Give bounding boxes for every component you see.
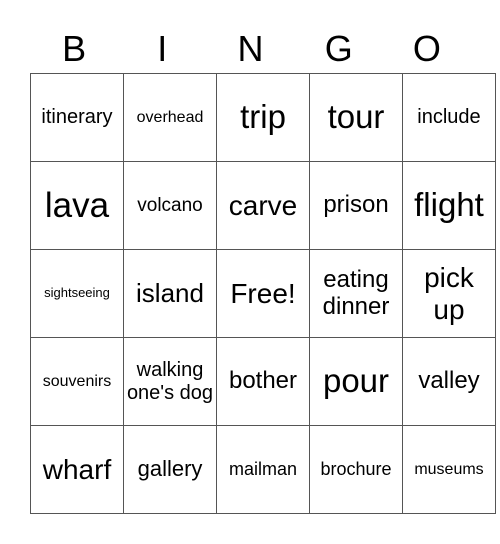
free-space-cell: Free! — [216, 249, 310, 338]
grid-row: itinerary overhead trip tour include — [30, 73, 496, 162]
bingo-cell: island — [123, 249, 217, 338]
bingo-cell: mailman — [216, 425, 310, 514]
bingo-cell: pick up — [402, 249, 496, 338]
bingo-cell: museums — [402, 425, 496, 514]
grid-row: wharf gallery mailman brochure museums — [30, 425, 496, 514]
bingo-cell: tour — [309, 73, 403, 162]
header-letter-g: G — [324, 28, 353, 69]
bingo-cell: lava — [30, 161, 124, 250]
bingo-cell: wharf — [30, 425, 124, 514]
bingo-cell: include — [402, 73, 496, 162]
bingo-cell: volcano — [123, 161, 217, 250]
bingo-cell: itinerary — [30, 73, 124, 162]
header-letter-n: N — [237, 28, 264, 69]
grid-row: souvenirs walking one's dog bother pour … — [30, 337, 496, 426]
header-letter-b: B — [62, 28, 87, 69]
header-letter-o: O — [412, 28, 441, 69]
bingo-cell: gallery — [123, 425, 217, 514]
bingo-cell: brochure — [309, 425, 403, 514]
bingo-cell: flight — [402, 161, 496, 250]
bingo-card-grid: itinerary overhead trip tour include lav… — [30, 73, 496, 514]
bingo-cell: valley — [402, 337, 496, 426]
bingo-cell: overhead — [123, 73, 217, 162]
bingo-cell: walking one's dog — [123, 337, 217, 426]
bingo-cell: sightseeing — [30, 249, 124, 338]
bingo-cell: pour — [309, 337, 403, 426]
bingo-header: B I N G O — [30, 24, 471, 74]
bingo-cell: souvenirs — [30, 337, 124, 426]
bingo-cell: eating dinner — [309, 249, 403, 338]
grid-row: lava volcano carve prison flight — [30, 161, 496, 250]
header-letter-i: I — [157, 28, 168, 69]
bingo-cell: trip — [216, 73, 310, 162]
bingo-cell: carve — [216, 161, 310, 250]
bingo-cell: bother — [216, 337, 310, 426]
bingo-cell: prison — [309, 161, 403, 250]
grid-row: sightseeing island Free! eating dinner p… — [30, 249, 496, 338]
